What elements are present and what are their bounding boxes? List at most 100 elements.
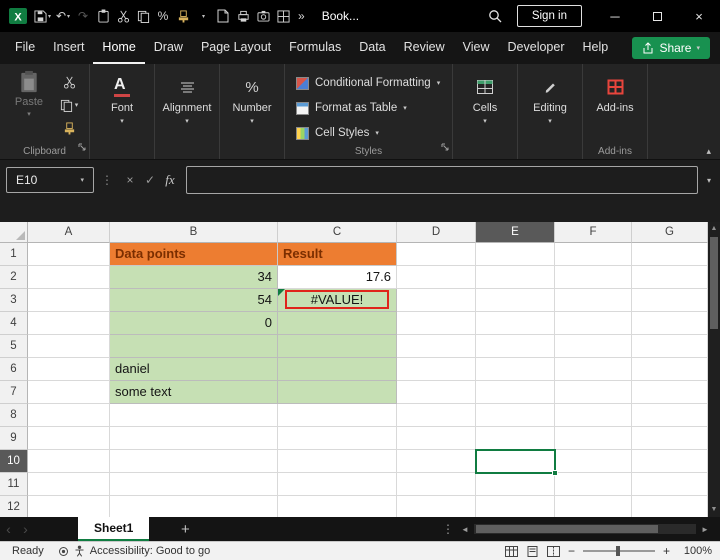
insert-function-button[interactable]: fx [160,172,180,188]
formula-input[interactable] [186,166,698,194]
cell-F10[interactable] [555,450,632,473]
cell-B3[interactable]: 54 [110,289,278,312]
cell-D4[interactable] [397,312,476,335]
cut-quick-button[interactable] [113,4,133,28]
cells-button[interactable]: Cells ▾ [460,70,510,125]
cell-D5[interactable] [397,335,476,358]
collapse-ribbon-button[interactable]: ▴ [706,146,711,157]
zoom-slider-thumb[interactable] [616,546,620,556]
cell-A1[interactable] [28,243,110,266]
cell-C3[interactable]: #VALUE! [278,289,397,312]
column-header-G[interactable]: G [632,222,708,243]
cell-B8[interactable] [110,404,278,427]
zoom-out-button[interactable]: − [568,544,575,558]
cell-E8[interactable] [476,404,555,427]
tab-developer[interactable]: Developer [499,32,574,64]
normal-view-button[interactable] [505,546,518,557]
cell-B11[interactable] [110,473,278,496]
accessibility-status[interactable]: Accessibility: Good to go [90,545,210,557]
horizontal-scrollbar[interactable] [474,524,696,534]
cell-B7[interactable]: some text [110,381,278,404]
cell-A5[interactable] [28,335,110,358]
close-button[interactable]: × [678,0,720,32]
cell-G12[interactable] [632,496,708,517]
cell-E1[interactable] [476,243,555,266]
sign-in-button[interactable]: Sign in [517,5,582,27]
scroll-down-arrow[interactable]: ▼ [711,505,718,515]
tab-help[interactable]: Help [574,32,618,64]
cell-E12[interactable] [476,496,555,517]
cell-A10[interactable] [28,450,110,473]
column-header-E[interactable]: E [476,222,555,243]
cell-E6[interactable] [476,358,555,381]
cell-C11[interactable] [278,473,397,496]
maximize-button[interactable] [636,0,678,32]
tab-review[interactable]: Review [395,32,454,64]
tab-bar-menu-button[interactable]: ⋮ [442,522,454,536]
row-header-3[interactable]: 3 [0,289,28,312]
cell-D3[interactable] [397,289,476,312]
tab-file[interactable]: File [6,32,44,64]
editing-button[interactable]: Editing ▾ [525,70,575,125]
button-conditional-formatting[interactable]: Conditional Formatting▾ [292,71,444,95]
cell-B10[interactable] [110,450,278,473]
tab-view[interactable]: View [454,32,499,64]
paste-button[interactable]: Paste ▾ [7,70,51,118]
alignment-button[interactable]: Alignment ▾ [162,70,212,125]
zoom-slider[interactable] [583,550,655,552]
cell-E7[interactable] [476,381,555,404]
tab-insert[interactable]: Insert [44,32,93,64]
cell-C5[interactable] [278,335,397,358]
format-painter-button[interactable] [56,119,82,137]
formula-bar-splitter[interactable]: ⋮ [101,173,113,187]
row-header-7[interactable]: 7 [0,381,28,404]
cell-D8[interactable] [397,404,476,427]
camera-button[interactable] [253,4,273,28]
cell-G5[interactable] [632,335,708,358]
cell-F1[interactable] [555,243,632,266]
cell-C2[interactable]: 17.6 [278,266,397,289]
cell-G7[interactable] [632,381,708,404]
cell-A9[interactable] [28,427,110,450]
cell-G4[interactable] [632,312,708,335]
row-header-11[interactable]: 11 [0,473,28,496]
save-button[interactable]: ▾ [32,4,53,28]
cell-C6[interactable] [278,358,397,381]
styles-dialog-launcher[interactable] [441,138,449,156]
page-layout-view-button[interactable] [526,546,539,557]
cell-E11[interactable] [476,473,555,496]
page-break-view-button[interactable] [547,546,560,557]
cell-F4[interactable] [555,312,632,335]
cell-A7[interactable] [28,381,110,404]
cell-B9[interactable] [110,427,278,450]
cell-F9[interactable] [555,427,632,450]
cell-B2[interactable]: 34 [110,266,278,289]
vertical-scrollbar[interactable]: ▲ ▼ [708,222,720,517]
row-header-12[interactable]: 12 [0,496,28,517]
cell-B5[interactable] [110,335,278,358]
row-header-4[interactable]: 4 [0,312,28,335]
cell-G1[interactable] [632,243,708,266]
tab-page-layout[interactable]: Page Layout [192,32,280,64]
cut-button[interactable] [56,73,82,91]
font-button[interactable]: A Font ▾ [97,70,147,125]
button-cell-styles[interactable]: Cell Styles▾ [292,121,444,145]
number-button[interactable]: % Number ▾ [227,70,277,125]
cell-D10[interactable] [397,450,476,473]
tab-draw[interactable]: Draw [145,32,192,64]
name-box[interactable]: E10 ▾ [6,167,94,193]
cell-F7[interactable] [555,381,632,404]
format-painter-quick-button[interactable] [173,4,193,28]
qat-overflow-button[interactable]: » [298,9,305,23]
copy-button[interactable]: ▾ [56,96,82,114]
search-button[interactable] [485,4,505,28]
undo-button[interactable]: ↶ ▾ [53,4,73,28]
cell-D7[interactable] [397,381,476,404]
scroll-left-arrow[interactable]: ◄ [458,525,472,534]
cell-E5[interactable] [476,335,555,358]
row-header-1[interactable]: 1 [0,243,28,266]
cell-G3[interactable] [632,289,708,312]
minimize-button[interactable]: ─ [594,0,636,32]
cell-E10[interactable] [476,450,555,473]
cancel-button[interactable]: × [120,173,140,187]
